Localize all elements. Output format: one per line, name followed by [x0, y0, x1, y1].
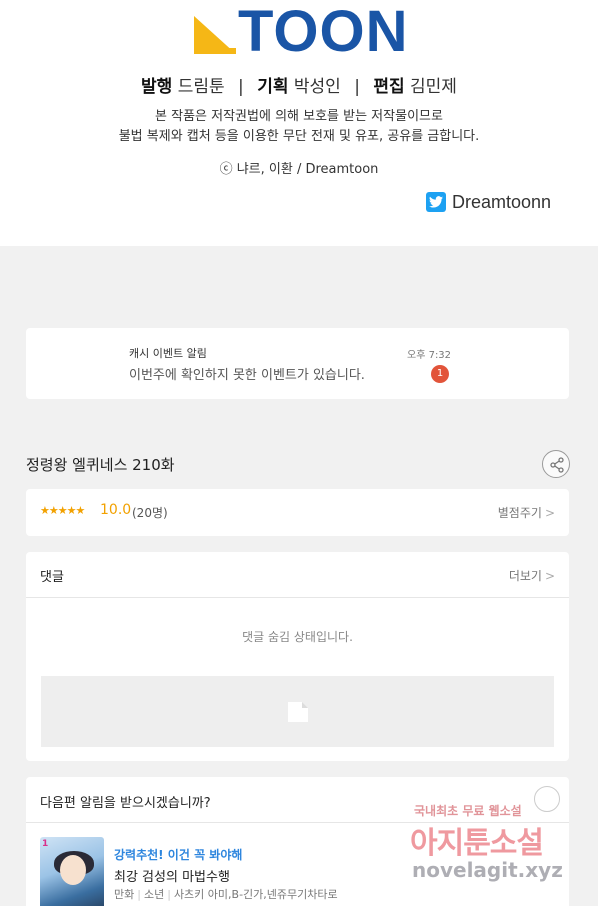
- rating-stars: ★★★★★: [40, 504, 85, 517]
- planning-value: 박성인: [293, 77, 341, 97]
- separator: |: [238, 77, 244, 97]
- twitter-handle: Dreamtoonn: [452, 191, 552, 212]
- rate-button-label: 별점주기: [497, 506, 542, 520]
- toon-logo: TOON: [194, 2, 408, 62]
- rating-count: (20명): [132, 506, 168, 520]
- separator: |: [354, 77, 360, 97]
- staff-credits: 발행 드림툰 | 기획 박성인 | 편집 김민제: [0, 72, 598, 97]
- recommendation-genre: 만화: [114, 888, 135, 901]
- recommendation-title[interactable]: 최강 검성의 마법수행: [114, 866, 230, 885]
- credits-section: TOON 발행 드림툰 | 기획 박성인 | 편집 김민제 본 작품은 저작권법…: [0, 0, 598, 246]
- ad-placeholder-icon: [288, 702, 308, 722]
- publisher-value: 드림툰: [177, 77, 225, 97]
- share-button[interactable]: [542, 450, 570, 478]
- thumbnail-face: [60, 855, 86, 885]
- notification-toggle[interactable]: [534, 786, 560, 812]
- recommendation-tag: 강력추천! 이건 꼭 봐야해: [114, 848, 243, 862]
- next-episode-question: 다음편 알림을 받으시겠습니까?: [40, 796, 211, 811]
- logo-bar: [194, 48, 236, 54]
- rating-score: 10.0: [100, 502, 132, 518]
- notification-badge: 1: [431, 365, 449, 383]
- rating-card: ★★★★★ 10.0 (20명) 별점주기 >: [26, 489, 569, 536]
- publisher-label: 발행: [141, 77, 173, 97]
- twitter-icon: [426, 192, 446, 212]
- recommendation-authors: 사츠키 아미,B-긴가,넨쥬무기차타로: [173, 888, 338, 901]
- rate-button[interactable]: 별점주기 >: [498, 504, 555, 521]
- event-body: 이번주에 확인하지 못한 이벤트가 있습니다.: [129, 368, 365, 383]
- editing-label: 편집: [373, 77, 405, 97]
- divider: [26, 822, 569, 823]
- planning-label: 기획: [257, 77, 289, 97]
- copyright-notice: 본 작품은 저작권법에 의해 보호를 받는 저작물이므로 불법 복제와 캡처 등…: [0, 107, 598, 147]
- chevron-right-icon: >: [544, 569, 555, 583]
- event-time: 오후 7:32: [407, 350, 452, 361]
- editing-value: 김민제: [410, 77, 457, 97]
- copyright-line: ⓒ 냐르, 이환 / Dreamtoon: [219, 162, 379, 177]
- logo-text: TOON: [238, 0, 409, 64]
- share-icon: [550, 457, 564, 473]
- event-title: 캐시 이벤트 알림: [129, 347, 207, 360]
- ad-banner[interactable]: [41, 676, 554, 747]
- recommendation-thumbnail[interactable]: 1: [40, 837, 104, 906]
- episode-title: 정령왕 엘퀴네스 210화: [26, 456, 175, 474]
- thumbnail-volume-mark: 1: [42, 839, 49, 849]
- next-episode-card: 다음편 알림을 받으시겠습니까? 1 강력추천! 이건 꼭 봐야해 최강 검성의…: [26, 777, 569, 906]
- comments-card: 댓글 더보기 > 댓글 숨김 상태입니다.: [26, 552, 569, 761]
- twitter-link[interactable]: Dreamtoonn: [426, 191, 551, 213]
- recommendation-genre: 소년: [143, 888, 165, 901]
- comments-header: 댓글: [40, 570, 64, 585]
- notice-line-2: 불법 복제와 캡처 등을 이용한 무단 전재 및 유포, 공유를 금합니다.: [118, 129, 480, 144]
- comments-hidden-message: 댓글 숨김 상태입니다.: [242, 630, 353, 644]
- recommendation-meta: 만화 | 소년 | 사츠키 아미,B-긴가,넨쥬무기차타로: [114, 888, 338, 901]
- chevron-right-icon: >: [544, 506, 555, 520]
- comments-more-button[interactable]: 더보기 >: [509, 567, 555, 584]
- notice-line-1: 본 작품은 저작권법에 의해 보호를 받는 저작물이므로: [155, 109, 443, 124]
- event-notification-card[interactable]: 캐시 이벤트 알림 이번주에 확인하지 못한 이벤트가 있습니다. 오후 7:3…: [26, 328, 569, 399]
- divider: [26, 597, 569, 598]
- comments-more-label: 더보기: [508, 569, 542, 583]
